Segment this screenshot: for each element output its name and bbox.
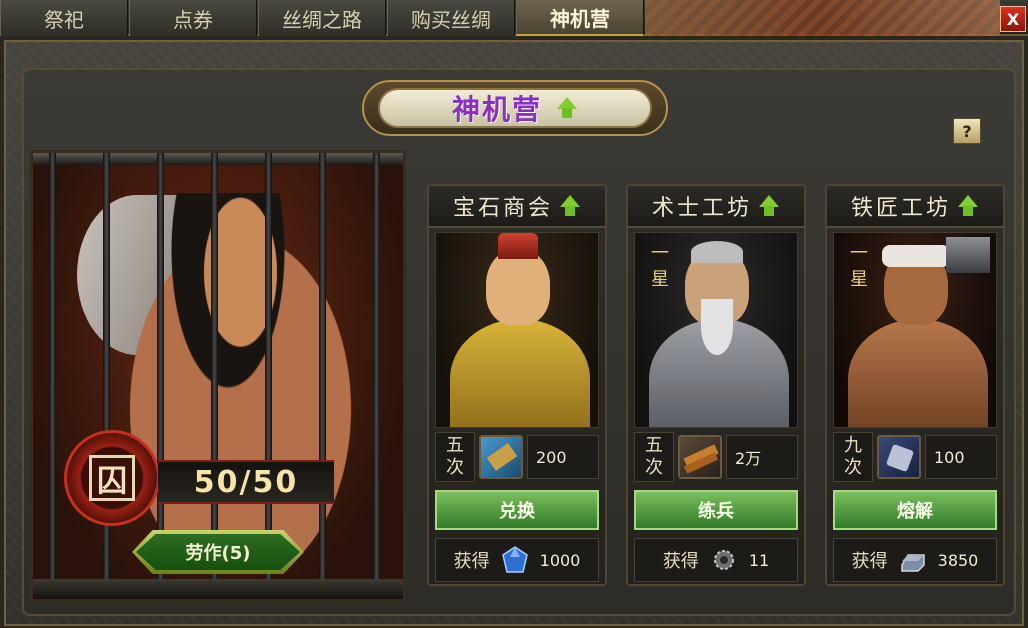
cost-value: 100 <box>925 435 997 479</box>
smelt-button[interactable]: 熔解 <box>833 490 997 530</box>
gain-row: 获得 1000 <box>435 538 599 582</box>
gain-value: 3850 <box>937 550 979 570</box>
gear-ore-icon <box>713 550 734 570</box>
exchange-button[interactable]: 兑换 <box>435 490 599 530</box>
tab-sacrifice[interactable]: 祭祀 <box>0 0 128 36</box>
upgrade-arrow-icon[interactable] <box>957 195 979 217</box>
help-button[interactable]: ? <box>953 118 981 144</box>
upgrade-arrow-icon[interactable] <box>559 195 581 217</box>
train-button[interactable]: 练兵 <box>634 490 798 530</box>
shop-name: 术士工坊 <box>651 196 752 221</box>
gain-label: 获得 <box>662 551 699 572</box>
merchant-portrait <box>435 232 599 428</box>
tab-buy-silk[interactable]: 购买丝绸 <box>387 0 515 36</box>
cost-value: 2万 <box>726 435 798 479</box>
shop-card-blacksmith-workshop: 铁匠工坊 一星 九 次 100 熔解 获得 3850 <box>825 184 1005 586</box>
shop-title: 宝石商会 <box>429 186 605 228</box>
upgrade-arrow-icon[interactable] <box>556 97 578 119</box>
prison-seal-icon: 囚 <box>64 430 160 526</box>
tab-shenjiying[interactable]: 神机营 <box>516 0 644 36</box>
shop-title: 术士工坊 <box>628 186 804 228</box>
header-plaque: 神机营 <box>362 80 668 136</box>
city-scenery <box>645 0 1000 36</box>
times-count: 五 <box>446 435 464 456</box>
times-remaining: 九 次 <box>833 432 873 482</box>
wood-bundle-icon <box>678 435 722 479</box>
upgrade-arrow-icon[interactable] <box>758 195 780 217</box>
cost-row: 九 次 100 <box>833 432 997 482</box>
times-remaining: 五 次 <box>435 432 475 482</box>
gain-value: 1000 <box>539 550 581 570</box>
shop-card-sorcerer-workshop: 术士工坊 一星 五 次 2万 练兵 获得 11 <box>626 184 806 586</box>
prison-seal-char: 囚 <box>89 455 135 501</box>
cage-bar <box>373 153 380 599</box>
shop-name: 宝石商会 <box>452 196 553 221</box>
times-unit: 次 <box>844 457 862 478</box>
cage-bar <box>103 153 110 599</box>
times-remaining: 五 次 <box>634 432 674 482</box>
labor-button[interactable]: 劳作(5) <box>132 530 304 574</box>
tab-silk-road[interactable]: 丝绸之路 <box>258 0 386 36</box>
cage-top-beam <box>33 153 403 165</box>
header-plaque-inner: 神机营 <box>378 88 652 128</box>
cage-bar <box>319 153 326 599</box>
cost-value: 200 <box>527 435 599 479</box>
times-count: 五 <box>645 435 663 456</box>
cage-bottom-beam <box>33 579 403 599</box>
shop-name: 铁匠工坊 <box>850 196 951 221</box>
tab-bar: 祭祀 点券 丝绸之路 购买丝绸 神机营 X <box>0 0 1028 36</box>
cost-row: 五 次 200 <box>435 432 599 482</box>
star-rank: 一星 <box>850 243 868 290</box>
gain-label: 获得 <box>851 551 888 572</box>
labor-button-label: 劳作(5) <box>185 543 251 564</box>
tab-vouchers[interactable]: 点券 <box>129 0 257 36</box>
blue-gem-icon <box>501 546 528 573</box>
times-unit: 次 <box>645 457 663 478</box>
sorcerer-portrait: 一星 <box>634 232 798 428</box>
page-title: 神机营 <box>451 93 542 126</box>
blacksmith-portrait: 一星 <box>833 232 997 428</box>
gain-row: 获得 11 <box>634 538 798 582</box>
scroll-icon <box>479 435 523 479</box>
star-rank: 一星 <box>651 243 669 290</box>
gain-label: 获得 <box>453 551 490 572</box>
times-unit: 次 <box>446 457 464 478</box>
gain-row: 获得 3850 <box>833 538 997 582</box>
times-count: 九 <box>844 435 862 456</box>
shop-title: 铁匠工坊 <box>827 186 1003 228</box>
cost-row: 五 次 2万 <box>634 432 798 482</box>
close-button[interactable]: X <box>1000 6 1026 32</box>
iron-ingot-icon <box>900 554 925 572</box>
iron-ore-icon <box>877 435 921 479</box>
prisoner-capacity: 50/50 <box>158 460 334 504</box>
gain-value: 11 <box>748 550 770 570</box>
shop-card-gem-merchant: 宝石商会 五 次 200 兑换 获得 1000 <box>427 184 607 586</box>
cage-bar <box>49 153 56 599</box>
